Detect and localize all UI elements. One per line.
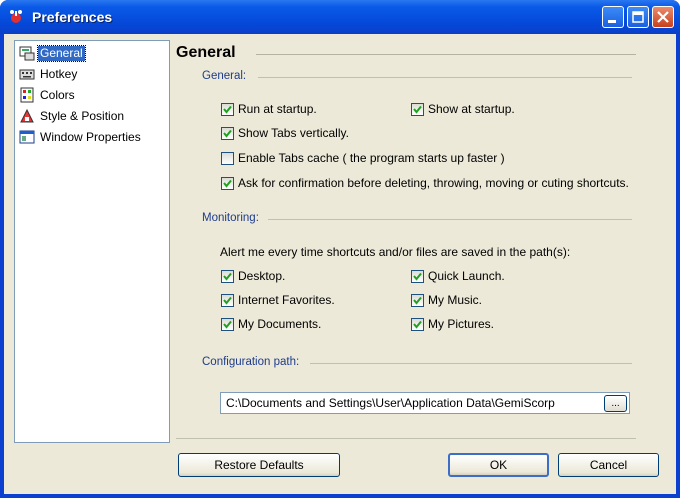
checkbox-label: My Pictures. <box>428 317 495 331</box>
sidebar-item-colors[interactable]: Colors <box>19 86 77 104</box>
checkbox-box[interactable] <box>221 126 234 140</box>
footer-divider <box>176 438 636 439</box>
sidebar-item-window-properties[interactable]: Window Properties <box>19 128 143 146</box>
category-tree: General Hotkey Colors Style & Position W… <box>14 40 170 443</box>
checkbox-label: Run at startup. <box>238 102 317 116</box>
show-at-startup-checkbox[interactable]: Show at startup. <box>411 102 515 116</box>
browse-label: ... <box>611 397 620 409</box>
checkbox-box[interactable] <box>411 102 424 116</box>
my-documents-checkbox[interactable]: My Documents. <box>221 317 321 331</box>
checkmark-icon <box>223 296 232 305</box>
dialog-body: General Hotkey Colors Style & Position W… <box>4 34 676 494</box>
button-label: Cancel <box>589 458 628 472</box>
maximize-button[interactable] <box>627 6 649 28</box>
keyboard-icon <box>19 69 35 80</box>
button-label: Restore Defaults <box>214 458 304 472</box>
sidebar-item-label: Style & Position <box>40 108 125 123</box>
checkmark-icon <box>223 179 232 188</box>
enable-tabs-cache-checkbox[interactable]: Enable Tabs cache ( the program starts u… <box>221 151 505 165</box>
general-settings-icon <box>19 46 35 61</box>
maximize-icon <box>632 11 644 23</box>
desktop-checkbox[interactable]: Desktop. <box>221 269 285 283</box>
minimize-icon <box>608 20 616 23</box>
checkbox-box[interactable] <box>221 151 234 165</box>
checkmark-icon <box>413 272 422 281</box>
run-at-startup-checkbox[interactable]: Run at startup. <box>221 102 317 116</box>
checkbox-label: Show at startup. <box>428 102 515 116</box>
config-path-value: C:\Documents and Settings\User\Applicati… <box>226 396 555 410</box>
my-pictures-checkbox[interactable]: My Pictures. <box>411 317 494 331</box>
checkbox-label: Enable Tabs cache ( the program starts u… <box>238 151 505 165</box>
checkbox-box[interactable] <box>221 176 234 190</box>
checkbox-label: Desktop. <box>238 269 286 283</box>
checkmark-icon <box>413 105 422 114</box>
group-divider <box>258 77 632 78</box>
preferences-window: Preferences General Hotkey Colors Style … <box>0 0 680 498</box>
checkbox-box[interactable] <box>221 102 234 116</box>
sidebar-item-label: General <box>37 44 86 62</box>
checkbox-label: Show Tabs vertically. <box>238 126 349 140</box>
checkbox-box[interactable] <box>411 293 424 307</box>
group-divider <box>310 363 632 364</box>
sidebar-item-general[interactable]: General <box>19 44 86 62</box>
show-tabs-vertically-checkbox[interactable]: Show Tabs vertically. <box>221 126 349 140</box>
ask-confirmation-checkbox[interactable]: Ask for confirmation before deleting, th… <box>221 176 629 190</box>
app-icon <box>10 10 22 23</box>
checkbox-label: Internet Favorites. <box>238 293 335 307</box>
config-group-label: Configuration path: <box>202 356 300 368</box>
window-title: Preferences <box>32 9 113 25</box>
checkbox-box[interactable] <box>221 269 234 283</box>
checkmark-icon <box>413 296 422 305</box>
checkbox-box[interactable] <box>411 317 424 331</box>
checkbox-box[interactable] <box>411 269 424 283</box>
checkbox-label: Ask for confirmation before deleting, th… <box>238 176 629 190</box>
browse-button[interactable]: ... <box>604 395 627 412</box>
monitoring-alert-text: Alert me every time shortcuts and/or fil… <box>220 245 571 259</box>
checkbox-label: My Documents. <box>238 317 322 331</box>
config-path-field[interactable]: C:\Documents and Settings\User\Applicati… <box>220 392 630 414</box>
restore-defaults-button[interactable]: Restore Defaults <box>178 453 340 477</box>
checkmark-icon <box>223 105 232 114</box>
checkmark-icon <box>223 320 232 329</box>
checkbox-label: Quick Launch. <box>428 269 505 283</box>
heading-divider <box>256 54 636 55</box>
minimize-button[interactable] <box>602 6 624 28</box>
my-music-checkbox[interactable]: My Music. <box>411 293 482 307</box>
window-icon <box>19 130 35 144</box>
button-label: OK <box>489 458 508 472</box>
checkmark-icon <box>223 129 232 138</box>
close-button[interactable] <box>652 6 674 28</box>
page-title: General <box>176 44 236 61</box>
sidebar-item-label: Window Properties <box>40 129 141 144</box>
cancel-button[interactable]: Cancel <box>558 453 659 477</box>
close-icon <box>657 11 669 23</box>
sidebar-item-hotkey[interactable]: Hotkey <box>19 65 79 83</box>
sidebar-item-label: Colors <box>40 87 75 102</box>
sidebar-item-style-position[interactable]: Style & Position <box>19 107 126 125</box>
palette-icon <box>20 87 34 103</box>
title-bar[interactable]: Preferences <box>0 0 680 34</box>
sidebar-item-label: Hotkey <box>40 66 78 81</box>
checkbox-box[interactable] <box>221 293 234 307</box>
ok-button[interactable]: OK <box>448 453 549 477</box>
checkbox-box[interactable] <box>221 317 234 331</box>
general-group-label: General: <box>202 70 247 82</box>
quick-launch-checkbox[interactable]: Quick Launch. <box>411 269 505 283</box>
checkmark-icon <box>413 320 422 329</box>
group-divider <box>268 219 632 220</box>
style-icon <box>20 108 34 123</box>
monitoring-group-label: Monitoring: <box>202 212 259 224</box>
checkbox-label: My Music. <box>428 293 482 307</box>
checkmark-icon <box>223 272 232 281</box>
internet-favorites-checkbox[interactable]: Internet Favorites. <box>221 293 335 307</box>
